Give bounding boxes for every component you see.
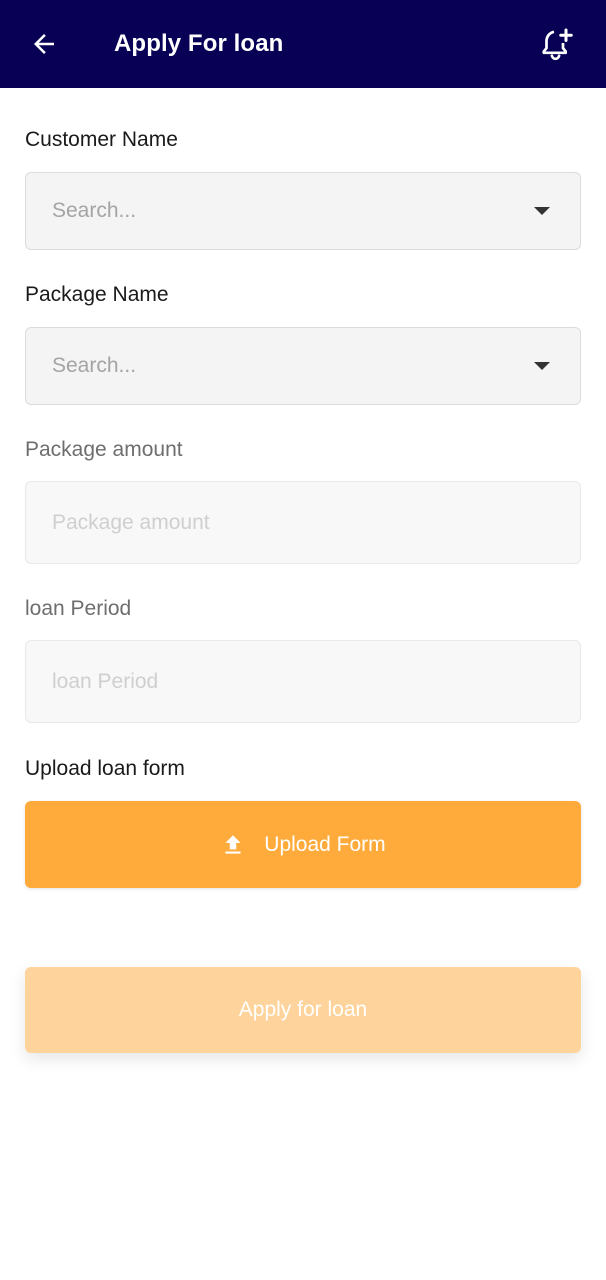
loan-period-label: loan Period — [25, 597, 132, 620]
upload-loan-form-label: Upload loan form — [25, 757, 185, 780]
bell-plus-icon — [542, 28, 573, 61]
dropdown-caret-icon — [534, 207, 550, 215]
customer-name-dropdown[interactable]: Search... — [25, 172, 581, 250]
loan-period-placeholder: loan Period — [52, 669, 159, 693]
apply-for-loan-button-label: Apply for loan — [238, 998, 368, 1021]
add-notification-button[interactable] — [536, 24, 578, 66]
package-name-label: Package Name — [25, 283, 169, 306]
package-amount-label: Package amount — [25, 438, 183, 461]
upload-icon — [220, 832, 246, 858]
loan-period-field[interactable]: loan Period — [25, 640, 581, 723]
package-amount-field[interactable]: Package amount — [25, 481, 581, 564]
apply-for-loan-button[interactable]: Apply for loan — [25, 967, 581, 1053]
arrow-left-icon — [34, 34, 54, 54]
dropdown-caret-icon — [534, 362, 550, 370]
back-button[interactable] — [26, 26, 62, 62]
customer-name-label: Customer Name — [25, 128, 178, 151]
customer-name-placeholder: Search... — [52, 199, 137, 222]
upload-form-button-label: Upload Form — [264, 832, 386, 856]
upload-form-button[interactable]: Upload Form — [25, 801, 581, 888]
package-amount-placeholder: Package amount — [52, 510, 210, 534]
package-name-placeholder: Search... — [52, 354, 137, 377]
package-name-dropdown[interactable]: Search... — [25, 327, 581, 405]
upload-button-content: Upload Form — [220, 832, 386, 858]
page-title: Apply For loan — [114, 30, 284, 57]
app-bar: Apply For loan — [0, 0, 606, 88]
